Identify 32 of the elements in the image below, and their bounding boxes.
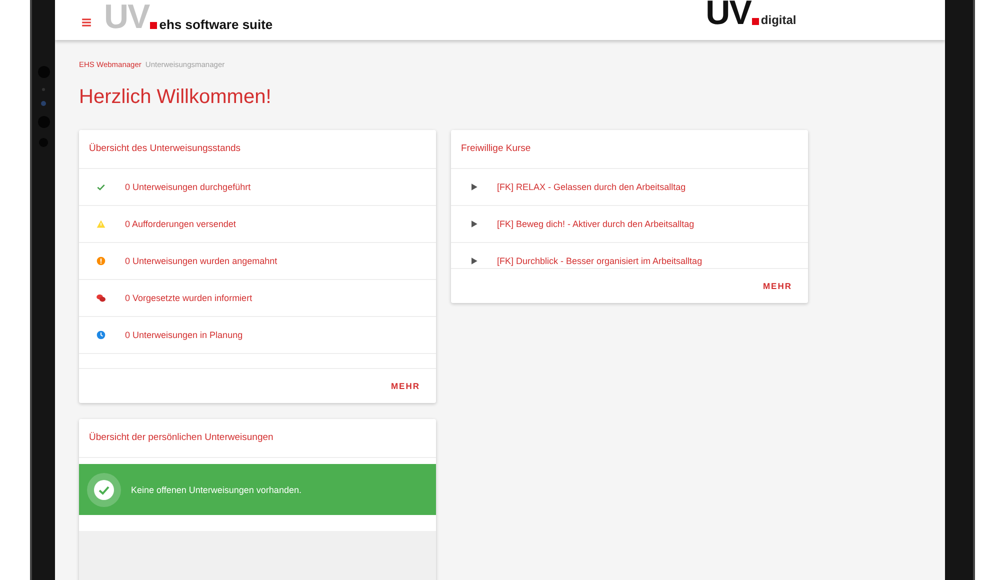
status-item[interactable]: 0 Vorgesetzte wurden informiert [125,293,252,303]
card-title: Freiwillige Kurse [451,130,808,169]
more-button[interactable]: MEHR [382,377,428,395]
course-link[interactable]: [FK] Durchblick - Besser organisiert im Arbeitsalltag [497,256,702,266]
status-item[interactable]: 0 Aufforderungen versendet [125,219,236,229]
card-title: Übersicht des Unterweisungsstands [79,130,436,169]
check-circle-icon [87,472,121,506]
alert-icon [96,256,106,266]
course-link[interactable]: [FK] Beweg dich! - Aktiver durch den Arbeitsalltag [497,219,694,229]
more-button[interactable]: MEHR [754,277,800,295]
warning-icon [96,219,106,229]
status-item[interactable]: 0 Unterweisungen in Planung [125,330,243,340]
logo-text: digital [760,14,796,27]
clock-icon [96,330,106,340]
page-title: Herzlich Willkommen! [79,86,272,109]
check-icon [96,182,106,192]
card-title: Übersicht der persönlichen Unterweisungen [79,419,436,458]
logo-letters: UV [706,0,751,26]
play-icon [469,219,479,229]
play-icon [469,182,479,192]
logo-square-icon [752,18,759,25]
course-link[interactable]: [FK] RELAX - Gelassen durch den Arbeitsalltag [497,182,686,192]
chat-icon [96,293,106,303]
status-item[interactable]: 0 Unterweisungen wurden angemahnt [125,256,278,266]
status-item[interactable]: 0 Unterweisungen durchgeführt [125,182,251,192]
camera-icon [41,101,46,106]
logo-letters: UV [104,4,150,30]
banner-message: Keine offenen Unterweisungen vorhanden. [131,484,302,494]
menu-icon[interactable] [81,17,92,28]
logo-text: ehs software suite [159,18,273,31]
logo-square-icon [150,22,158,29]
play-icon [469,256,479,266]
